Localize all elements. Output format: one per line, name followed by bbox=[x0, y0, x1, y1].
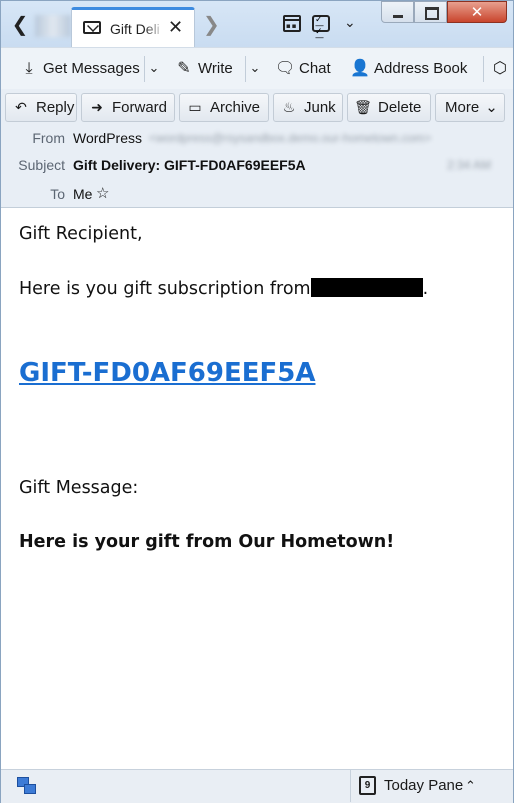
get-messages-label: Get Messages bbox=[43, 60, 140, 77]
tag-button[interactable]: ⬡ bbox=[483, 56, 514, 82]
intro-text: Here is you gift subscription from bbox=[19, 279, 311, 299]
greeting: Gift Recipient, bbox=[19, 224, 143, 244]
archive-icon: ▭ bbox=[188, 99, 202, 115]
delete-button[interactable]: 🗑 Delete bbox=[347, 93, 431, 122]
subject-text: Gift Delivery: GIFT-FD0AF69EEF5A bbox=[73, 157, 306, 173]
maximize-button[interactable] bbox=[414, 1, 447, 23]
intro-end: . bbox=[422, 279, 429, 299]
subject-label: Subject bbox=[18, 157, 65, 173]
archive-label: Archive bbox=[210, 99, 261, 116]
more-button[interactable]: More ⌄ bbox=[435, 93, 505, 122]
junk-button[interactable]: ♨ Junk bbox=[273, 93, 343, 122]
reply-button[interactable]: ↶ Reply bbox=[5, 93, 77, 122]
reply-label: Reply bbox=[36, 99, 75, 116]
today-calendar-icon: 9 bbox=[359, 776, 376, 795]
trash-icon: 🗑 bbox=[354, 99, 372, 115]
junk-icon: ♨ bbox=[282, 99, 296, 115]
tab-next-icon[interactable]: ❯ bbox=[203, 12, 220, 36]
write-label: Write bbox=[198, 60, 233, 77]
gift-message: Here is your gift from Our Hometown! bbox=[19, 532, 395, 552]
chat-label: Chat bbox=[299, 60, 331, 77]
gift-code-link[interactable]: GIFT-FD0AF69EEF5A bbox=[19, 358, 315, 388]
message-time: 2:34 AM bbox=[447, 158, 492, 172]
more-chevron-icon: ⌄ bbox=[485, 99, 498, 116]
tab-close-icon[interactable]: ✕ bbox=[168, 17, 183, 38]
delete-label: Delete bbox=[378, 99, 422, 116]
title-bar: ❮ Gift Delivery ✕ ❯ ✓—✓— ⌄ ✕ bbox=[1, 1, 513, 47]
chat-icon: 🗨 bbox=[275, 60, 296, 77]
mail-toolbar: ⤓ Get Messages ⌄ ✎ Write ⌄ 🗨 Chat 👤 Address … bbox=[1, 47, 513, 91]
from-label: From bbox=[32, 130, 65, 146]
tab-label-fade bbox=[144, 18, 164, 40]
to-recipient[interactable]: Me bbox=[73, 184, 92, 204]
network-icon-screen-b bbox=[24, 784, 36, 794]
gift-message-label: Gift Message: bbox=[19, 478, 139, 498]
intro-line: Here is you gift subscription from. bbox=[19, 278, 428, 299]
window-controls: ✕ bbox=[381, 1, 507, 23]
back-arrow-icon[interactable]: ❮ bbox=[9, 13, 31, 35]
archive-button[interactable]: ▭ Archive bbox=[179, 93, 269, 122]
tab-message[interactable]: Gift Delivery ✕ bbox=[71, 7, 195, 47]
app-menu-chevron-icon[interactable]: ⌄ bbox=[344, 15, 356, 31]
get-messages-dropdown[interactable]: ⌄ bbox=[144, 56, 163, 82]
junk-label: Junk bbox=[304, 99, 336, 116]
to-label: To bbox=[50, 186, 65, 202]
more-label: More bbox=[445, 99, 480, 116]
forward-icon: ➜ bbox=[91, 99, 103, 115]
address-book-icon: 👤 bbox=[350, 60, 370, 77]
today-pane-toggle[interactable]: 9 Today Pane ⌃ bbox=[350, 770, 493, 802]
chevron-up-icon: ⌃ bbox=[465, 778, 476, 793]
address-book-label: Address Book bbox=[374, 60, 468, 77]
from-row: From WordPress <wordpress@rsysandbox.dem… bbox=[1, 128, 513, 148]
from-email[interactable]: <wordpress@rsysandbox.demo.our-hometown.… bbox=[149, 128, 431, 148]
get-messages-icon: ⤓ bbox=[25, 60, 33, 77]
forward-button[interactable]: ➜ Forward bbox=[81, 93, 175, 122]
message-body: Gift Recipient, Here is you gift subscri… bbox=[1, 208, 513, 769]
to-row: To Me ☆ bbox=[1, 184, 513, 204]
reply-icon: ↶ bbox=[15, 99, 27, 115]
tag-icon: ⬡ bbox=[493, 60, 507, 77]
tasks-icon[interactable]: ✓— ✓— bbox=[312, 15, 330, 43]
chat-button[interactable]: 🗨 Chat bbox=[275, 56, 331, 82]
mail-icon bbox=[83, 21, 101, 34]
calendar-icon[interactable] bbox=[283, 15, 301, 32]
forward-label: Forward bbox=[112, 99, 168, 116]
pencil-icon: ✎ bbox=[177, 60, 191, 77]
today-pane-label: Today Pane bbox=[384, 777, 464, 794]
get-messages-button[interactable]: ⤓ Get Messages bbox=[19, 56, 140, 82]
subject-row: Subject Gift Delivery: GIFT-FD0AF69EEF5A… bbox=[1, 155, 513, 175]
redacted-sender bbox=[310, 278, 423, 297]
status-bar: 9 Today Pane ⌃ bbox=[1, 769, 513, 803]
close-window-button[interactable]: ✕ bbox=[447, 1, 507, 23]
write-dropdown[interactable]: ⌄ bbox=[245, 56, 264, 82]
minimize-button[interactable] bbox=[381, 1, 414, 23]
mail-window: ❮ Gift Delivery ✕ ❯ ✓—✓— ⌄ ✕ ⤓ Get Messag… bbox=[0, 0, 514, 803]
from-name[interactable]: WordPress bbox=[73, 128, 142, 148]
star-icon[interactable]: ☆ bbox=[96, 184, 109, 204]
message-header: ↶ Reply ➜ Forward ▭ Archive ♨ Junk 🗑 Delete M… bbox=[1, 89, 513, 208]
blurred-tab[interactable] bbox=[35, 15, 71, 37]
write-button[interactable]: ✎ Write bbox=[174, 56, 233, 82]
address-book-button[interactable]: 👤 Address Book bbox=[350, 56, 467, 82]
network-icon[interactable] bbox=[17, 777, 36, 794]
